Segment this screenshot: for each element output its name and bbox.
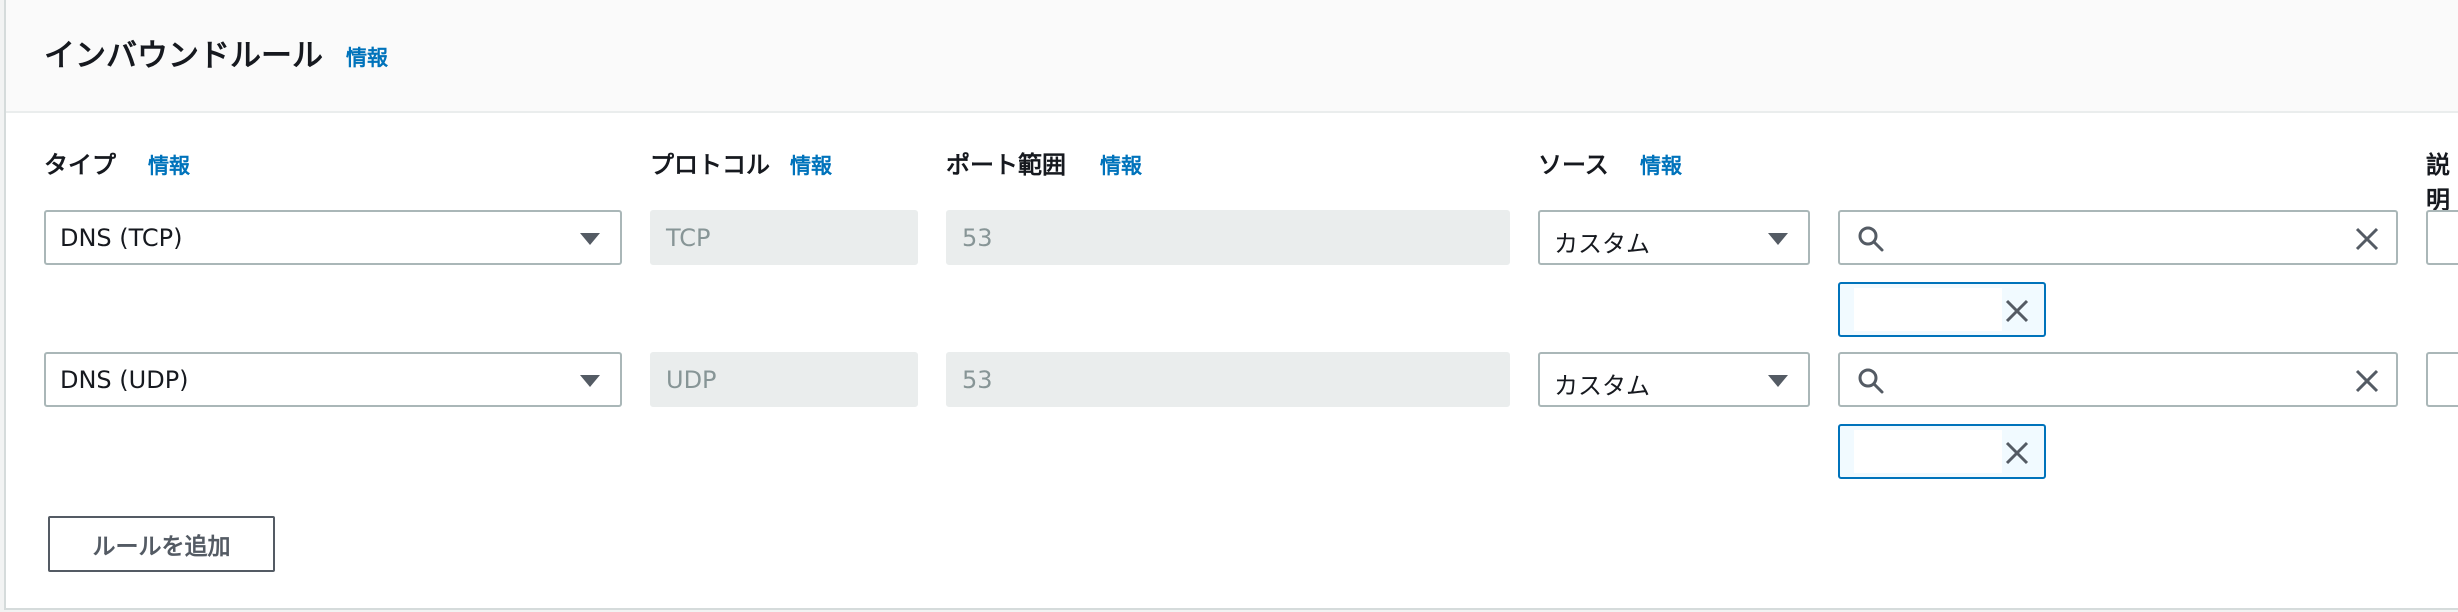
type-column-label: タイプ: [44, 151, 116, 179]
source-token: [1838, 282, 2046, 337]
token-label: [1854, 430, 2002, 473]
source-column-label: ソース: [1538, 151, 1609, 179]
add-rule-button[interactable]: ルールを追加: [48, 516, 275, 572]
source-select-value: カスタム: [1554, 230, 1650, 258]
panel-title: インバウンドルール: [44, 38, 323, 74]
caret-down-icon: [1768, 233, 1788, 245]
description-input[interactable]: [2426, 352, 2458, 407]
type-select-value: DNS (UDP): [60, 366, 189, 394]
source-info-link[interactable]: 情報: [1640, 150, 1682, 180]
port-range-info-link[interactable]: 情報: [1100, 150, 1142, 180]
type-select[interactable]: DNS (TCP): [44, 210, 622, 265]
inbound-rules-panel: インバウンドルール 情報 タイプ 情報 プロトコル 情報 ポート範囲 情報 ソー…: [4, 0, 2458, 610]
remove-token-icon[interactable]: [2002, 296, 2032, 326]
remove-token-icon[interactable]: [2002, 438, 2032, 468]
token-label: [1854, 288, 2002, 331]
caret-down-icon: [580, 375, 600, 387]
source-token: [1838, 424, 2046, 479]
section-info-link[interactable]: 情報: [346, 42, 388, 72]
type-info-link[interactable]: 情報: [148, 150, 190, 180]
clear-icon[interactable]: [2352, 224, 2382, 254]
type-select[interactable]: DNS (UDP): [44, 352, 622, 407]
search-icon: [1858, 368, 1884, 394]
protocol-field: UDP: [650, 352, 918, 407]
source-select-value: カスタム: [1554, 372, 1650, 400]
source-search-input[interactable]: [1838, 352, 2398, 407]
caret-down-icon: [1768, 375, 1788, 387]
source-select[interactable]: カスタム: [1538, 210, 1810, 265]
source-search-input[interactable]: [1838, 210, 2398, 265]
description-input[interactable]: [2426, 210, 2458, 265]
protocol-field: TCP: [650, 210, 918, 265]
protocol-value: TCP: [666, 224, 711, 252]
port-range-field: 53: [946, 210, 1510, 265]
clear-icon[interactable]: [2352, 366, 2382, 396]
panel-header: インバウンドルール 情報: [6, 0, 2458, 113]
port-range-column-label: ポート範囲: [946, 151, 1066, 179]
port-range-value: 53: [962, 366, 993, 394]
port-range-field: 53: [946, 352, 1510, 407]
description-column-label: 説明: [2426, 151, 2450, 214]
caret-down-icon: [580, 233, 600, 245]
protocol-column-label: プロトコル: [650, 151, 770, 179]
protocol-info-link[interactable]: 情報: [790, 150, 832, 180]
source-select[interactable]: カスタム: [1538, 352, 1810, 407]
search-icon: [1858, 226, 1884, 252]
protocol-value: UDP: [666, 366, 717, 394]
port-range-value: 53: [962, 224, 993, 252]
type-select-value: DNS (TCP): [60, 224, 183, 252]
